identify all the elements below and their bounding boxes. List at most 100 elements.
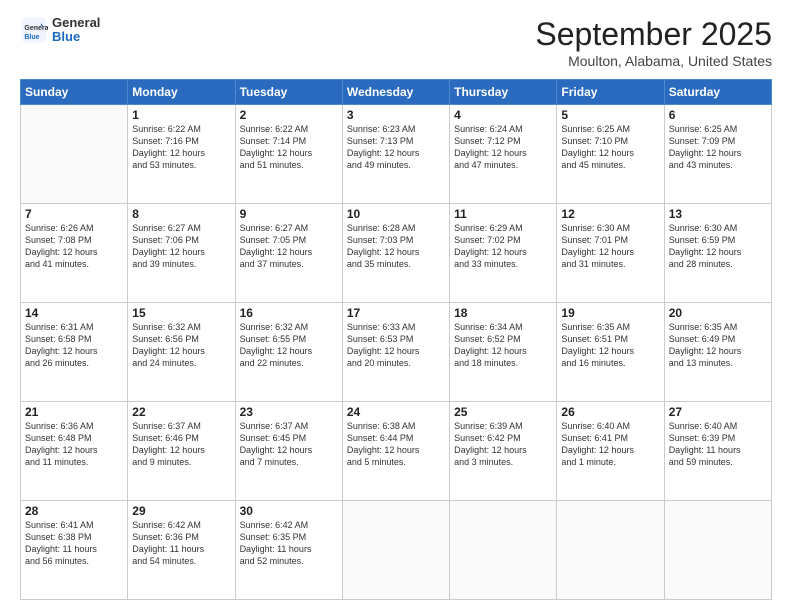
day-info: Sunrise: 6:40 AM Sunset: 6:39 PM Dayligh… [669, 420, 767, 469]
day-info: Sunrise: 6:22 AM Sunset: 7:16 PM Dayligh… [132, 123, 230, 172]
calendar-cell: 22Sunrise: 6:37 AM Sunset: 6:46 PM Dayli… [128, 402, 235, 501]
calendar-cell: 5Sunrise: 6:25 AM Sunset: 7:10 PM Daylig… [557, 105, 664, 204]
calendar-cell: 23Sunrise: 6:37 AM Sunset: 6:45 PM Dayli… [235, 402, 342, 501]
day-number: 12 [561, 207, 659, 221]
day-info: Sunrise: 6:37 AM Sunset: 6:45 PM Dayligh… [240, 420, 338, 469]
calendar-cell: 6Sunrise: 6:25 AM Sunset: 7:09 PM Daylig… [664, 105, 771, 204]
day-number: 27 [669, 405, 767, 419]
header: General Blue General Blue September 2025… [20, 16, 772, 69]
day-info: Sunrise: 6:24 AM Sunset: 7:12 PM Dayligh… [454, 123, 552, 172]
day-number: 5 [561, 108, 659, 122]
day-number: 29 [132, 504, 230, 518]
calendar-cell: 9Sunrise: 6:27 AM Sunset: 7:05 PM Daylig… [235, 204, 342, 303]
day-info: Sunrise: 6:26 AM Sunset: 7:08 PM Dayligh… [25, 222, 123, 271]
day-number: 30 [240, 504, 338, 518]
col-header-tuesday: Tuesday [235, 80, 342, 105]
calendar-cell: 7Sunrise: 6:26 AM Sunset: 7:08 PM Daylig… [21, 204, 128, 303]
calendar-cell [21, 105, 128, 204]
page: General Blue General Blue September 2025… [0, 0, 792, 612]
calendar-cell: 26Sunrise: 6:40 AM Sunset: 6:41 PM Dayli… [557, 402, 664, 501]
calendar-week-row: 28Sunrise: 6:41 AM Sunset: 6:38 PM Dayli… [21, 501, 772, 600]
calendar-week-row: 7Sunrise: 6:26 AM Sunset: 7:08 PM Daylig… [21, 204, 772, 303]
calendar-cell: 15Sunrise: 6:32 AM Sunset: 6:56 PM Dayli… [128, 303, 235, 402]
day-info: Sunrise: 6:34 AM Sunset: 6:52 PM Dayligh… [454, 321, 552, 370]
day-number: 8 [132, 207, 230, 221]
day-info: Sunrise: 6:38 AM Sunset: 6:44 PM Dayligh… [347, 420, 445, 469]
svg-text:Blue: Blue [24, 34, 39, 41]
day-number: 18 [454, 306, 552, 320]
calendar-week-row: 14Sunrise: 6:31 AM Sunset: 6:58 PM Dayli… [21, 303, 772, 402]
col-header-thursday: Thursday [450, 80, 557, 105]
day-number: 21 [25, 405, 123, 419]
day-info: Sunrise: 6:29 AM Sunset: 7:02 PM Dayligh… [454, 222, 552, 271]
calendar-cell: 21Sunrise: 6:36 AM Sunset: 6:48 PM Dayli… [21, 402, 128, 501]
calendar-cell: 17Sunrise: 6:33 AM Sunset: 6:53 PM Dayli… [342, 303, 449, 402]
calendar-header-row: SundayMondayTuesdayWednesdayThursdayFrid… [21, 80, 772, 105]
day-info: Sunrise: 6:27 AM Sunset: 7:05 PM Dayligh… [240, 222, 338, 271]
calendar-cell: 29Sunrise: 6:42 AM Sunset: 6:36 PM Dayli… [128, 501, 235, 600]
col-header-wednesday: Wednesday [342, 80, 449, 105]
calendar-cell: 14Sunrise: 6:31 AM Sunset: 6:58 PM Dayli… [21, 303, 128, 402]
day-number: 19 [561, 306, 659, 320]
day-info: Sunrise: 6:41 AM Sunset: 6:38 PM Dayligh… [25, 519, 123, 568]
day-number: 9 [240, 207, 338, 221]
day-number: 25 [454, 405, 552, 419]
day-info: Sunrise: 6:40 AM Sunset: 6:41 PM Dayligh… [561, 420, 659, 469]
calendar-cell: 24Sunrise: 6:38 AM Sunset: 6:44 PM Dayli… [342, 402, 449, 501]
day-info: Sunrise: 6:42 AM Sunset: 6:36 PM Dayligh… [132, 519, 230, 568]
calendar-cell: 25Sunrise: 6:39 AM Sunset: 6:42 PM Dayli… [450, 402, 557, 501]
day-info: Sunrise: 6:39 AM Sunset: 6:42 PM Dayligh… [454, 420, 552, 469]
day-number: 17 [347, 306, 445, 320]
calendar-week-row: 1Sunrise: 6:22 AM Sunset: 7:16 PM Daylig… [21, 105, 772, 204]
day-info: Sunrise: 6:32 AM Sunset: 6:56 PM Dayligh… [132, 321, 230, 370]
calendar-cell: 11Sunrise: 6:29 AM Sunset: 7:02 PM Dayli… [450, 204, 557, 303]
calendar-cell [557, 501, 664, 600]
day-number: 20 [669, 306, 767, 320]
calendar-cell: 1Sunrise: 6:22 AM Sunset: 7:16 PM Daylig… [128, 105, 235, 204]
day-number: 24 [347, 405, 445, 419]
calendar-cell: 3Sunrise: 6:23 AM Sunset: 7:13 PM Daylig… [342, 105, 449, 204]
day-number: 10 [347, 207, 445, 221]
day-info: Sunrise: 6:33 AM Sunset: 6:53 PM Dayligh… [347, 321, 445, 370]
calendar-cell: 8Sunrise: 6:27 AM Sunset: 7:06 PM Daylig… [128, 204, 235, 303]
calendar-table: SundayMondayTuesdayWednesdayThursdayFrid… [20, 79, 772, 600]
day-info: Sunrise: 6:36 AM Sunset: 6:48 PM Dayligh… [25, 420, 123, 469]
calendar-cell: 4Sunrise: 6:24 AM Sunset: 7:12 PM Daylig… [450, 105, 557, 204]
day-info: Sunrise: 6:25 AM Sunset: 7:10 PM Dayligh… [561, 123, 659, 172]
day-number: 23 [240, 405, 338, 419]
calendar-cell: 19Sunrise: 6:35 AM Sunset: 6:51 PM Dayli… [557, 303, 664, 402]
location: Moulton, Alabama, United States [535, 53, 772, 69]
day-number: 11 [454, 207, 552, 221]
calendar-cell: 10Sunrise: 6:28 AM Sunset: 7:03 PM Dayli… [342, 204, 449, 303]
day-info: Sunrise: 6:35 AM Sunset: 6:49 PM Dayligh… [669, 321, 767, 370]
calendar-cell: 2Sunrise: 6:22 AM Sunset: 7:14 PM Daylig… [235, 105, 342, 204]
day-info: Sunrise: 6:30 AM Sunset: 7:01 PM Dayligh… [561, 222, 659, 271]
day-info: Sunrise: 6:23 AM Sunset: 7:13 PM Dayligh… [347, 123, 445, 172]
day-number: 3 [347, 108, 445, 122]
calendar-cell: 27Sunrise: 6:40 AM Sunset: 6:39 PM Dayli… [664, 402, 771, 501]
logo: General Blue General Blue [20, 16, 100, 45]
day-number: 28 [25, 504, 123, 518]
day-info: Sunrise: 6:32 AM Sunset: 6:55 PM Dayligh… [240, 321, 338, 370]
day-info: Sunrise: 6:35 AM Sunset: 6:51 PM Dayligh… [561, 321, 659, 370]
day-number: 16 [240, 306, 338, 320]
day-info: Sunrise: 6:28 AM Sunset: 7:03 PM Dayligh… [347, 222, 445, 271]
col-header-saturday: Saturday [664, 80, 771, 105]
calendar-cell: 12Sunrise: 6:30 AM Sunset: 7:01 PM Dayli… [557, 204, 664, 303]
calendar-cell [664, 501, 771, 600]
logo-line1: General [52, 16, 100, 30]
day-info: Sunrise: 6:27 AM Sunset: 7:06 PM Dayligh… [132, 222, 230, 271]
calendar-cell: 18Sunrise: 6:34 AM Sunset: 6:52 PM Dayli… [450, 303, 557, 402]
day-info: Sunrise: 6:37 AM Sunset: 6:46 PM Dayligh… [132, 420, 230, 469]
day-info: Sunrise: 6:30 AM Sunset: 6:59 PM Dayligh… [669, 222, 767, 271]
day-number: 14 [25, 306, 123, 320]
calendar-cell: 13Sunrise: 6:30 AM Sunset: 6:59 PM Dayli… [664, 204, 771, 303]
day-info: Sunrise: 6:31 AM Sunset: 6:58 PM Dayligh… [25, 321, 123, 370]
svg-text:General: General [24, 25, 48, 32]
day-number: 26 [561, 405, 659, 419]
col-header-sunday: Sunday [21, 80, 128, 105]
logo-icon: General Blue [20, 16, 48, 44]
day-number: 13 [669, 207, 767, 221]
calendar-cell: 20Sunrise: 6:35 AM Sunset: 6:49 PM Dayli… [664, 303, 771, 402]
calendar-cell [342, 501, 449, 600]
